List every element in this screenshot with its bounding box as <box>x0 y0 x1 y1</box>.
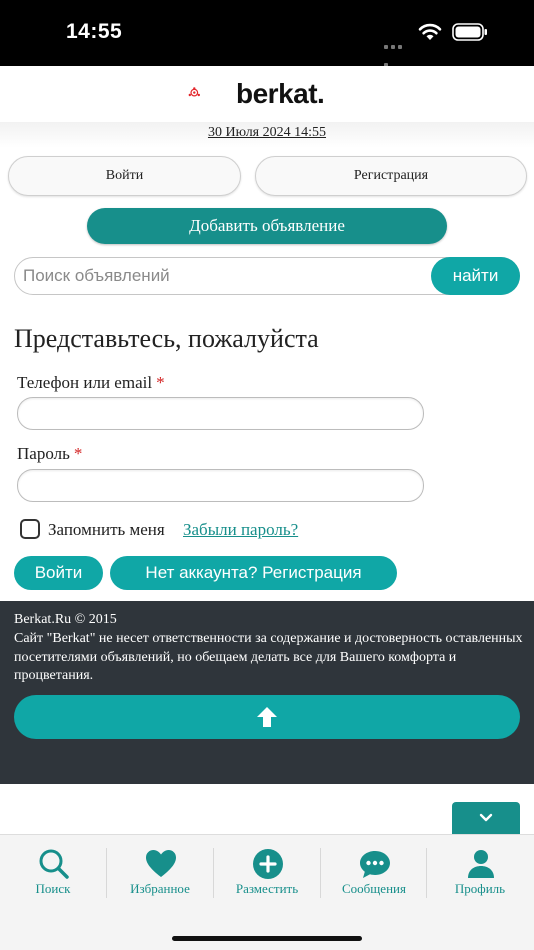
signal-dots-icon <box>384 36 410 67</box>
login-field[interactable] <box>17 397 424 430</box>
plus-circle-icon <box>253 849 283 879</box>
footer-disclaimer: Сайт "Berkat" не несет ответственности з… <box>14 631 523 683</box>
password-label-text: Пароль <box>17 444 70 463</box>
berkat-logo-icon[interactable] <box>188 72 236 112</box>
tab-post[interactable]: Разместить <box>214 834 320 904</box>
chevron-down-icon <box>479 813 493 822</box>
logo-text[interactable]: berkat. <box>236 78 325 110</box>
user-icon <box>468 850 494 878</box>
chat-icon <box>360 851 390 878</box>
login-top-button[interactable]: Войти <box>8 156 241 196</box>
footer-copyright: Berkat.Ru © 2015 <box>14 612 117 627</box>
battery-icon <box>452 23 487 41</box>
status-time: 14:55 <box>66 20 123 43</box>
tab-favorites[interactable]: Избранное <box>107 834 213 904</box>
wifi-icon <box>418 23 442 40</box>
tab-label: Разместить <box>235 881 299 896</box>
search-input[interactable] <box>23 258 423 294</box>
required-mark: * <box>156 373 165 392</box>
tab-label: Сообщения <box>342 881 406 896</box>
tab-profile[interactable]: Профиль <box>427 834 533 904</box>
required-mark: * <box>73 444 83 463</box>
tab-label: Профиль <box>454 881 506 896</box>
arrow-up-icon <box>257 707 277 727</box>
tab-messages[interactable]: Сообщения <box>321 834 427 904</box>
tab-label: Избранное <box>130 881 190 896</box>
password-field[interactable] <box>17 469 424 502</box>
home-indicator[interactable] <box>172 936 362 941</box>
forgot-password-link[interactable]: Забыли пароль? <box>183 520 298 540</box>
site-footer <box>0 601 534 784</box>
login-label-text: Телефон или email <box>17 373 153 392</box>
password-label: Пароль * <box>17 444 82 464</box>
login-label: Телефон или email * <box>17 373 165 393</box>
form-title: Представьтесь, пожалуйста <box>14 324 319 353</box>
home-indicator-area <box>0 914 534 950</box>
tab-search[interactable]: Поиск <box>0 834 106 904</box>
remember-label: Запомнить меня <box>48 520 165 539</box>
status-bar: 14:55 <box>0 0 534 67</box>
add-ad-button[interactable]: Добавить объявление <box>87 208 447 244</box>
current-date: 30 Июля 2024 14:55 <box>207 125 327 140</box>
search-button[interactable]: найти <box>431 257 520 295</box>
login-submit-button[interactable]: Войти <box>14 556 103 590</box>
heart-icon <box>146 850 176 877</box>
remember-checkbox[interactable] <box>20 519 40 539</box>
register-top-button[interactable]: Регистрация <box>255 156 527 196</box>
scroll-to-top-button[interactable] <box>14 695 520 739</box>
collapse-button[interactable] <box>452 802 520 838</box>
tab-label: Поиск <box>35 881 71 896</box>
search-icon <box>39 849 69 879</box>
no-account-register-button[interactable]: Нет аккаунта? Регистрация <box>110 556 397 590</box>
